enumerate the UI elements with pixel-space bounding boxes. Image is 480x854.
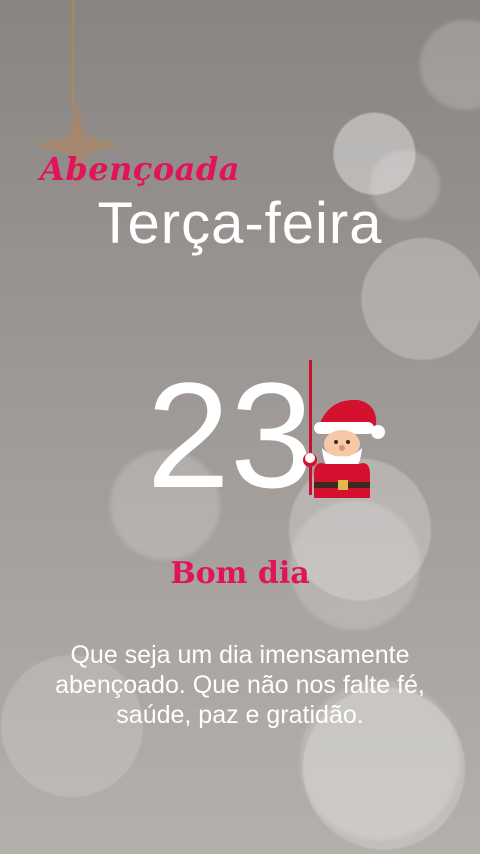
good-morning-text: Bom dia [170, 556, 310, 591]
ornament-thread [72, 0, 74, 110]
greeting-script-text: Abençoada [40, 150, 240, 188]
greeting-card: Abençoada Terça-feira 23 Bom dia Que sej… [0, 0, 480, 854]
santa-claus-icon [303, 399, 385, 498]
weekday-title: Terça-feira [97, 191, 383, 256]
blessing-message: Que seja um dia imensamente abençoado. Q… [55, 641, 425, 729]
day-number: 23 [146, 351, 314, 519]
